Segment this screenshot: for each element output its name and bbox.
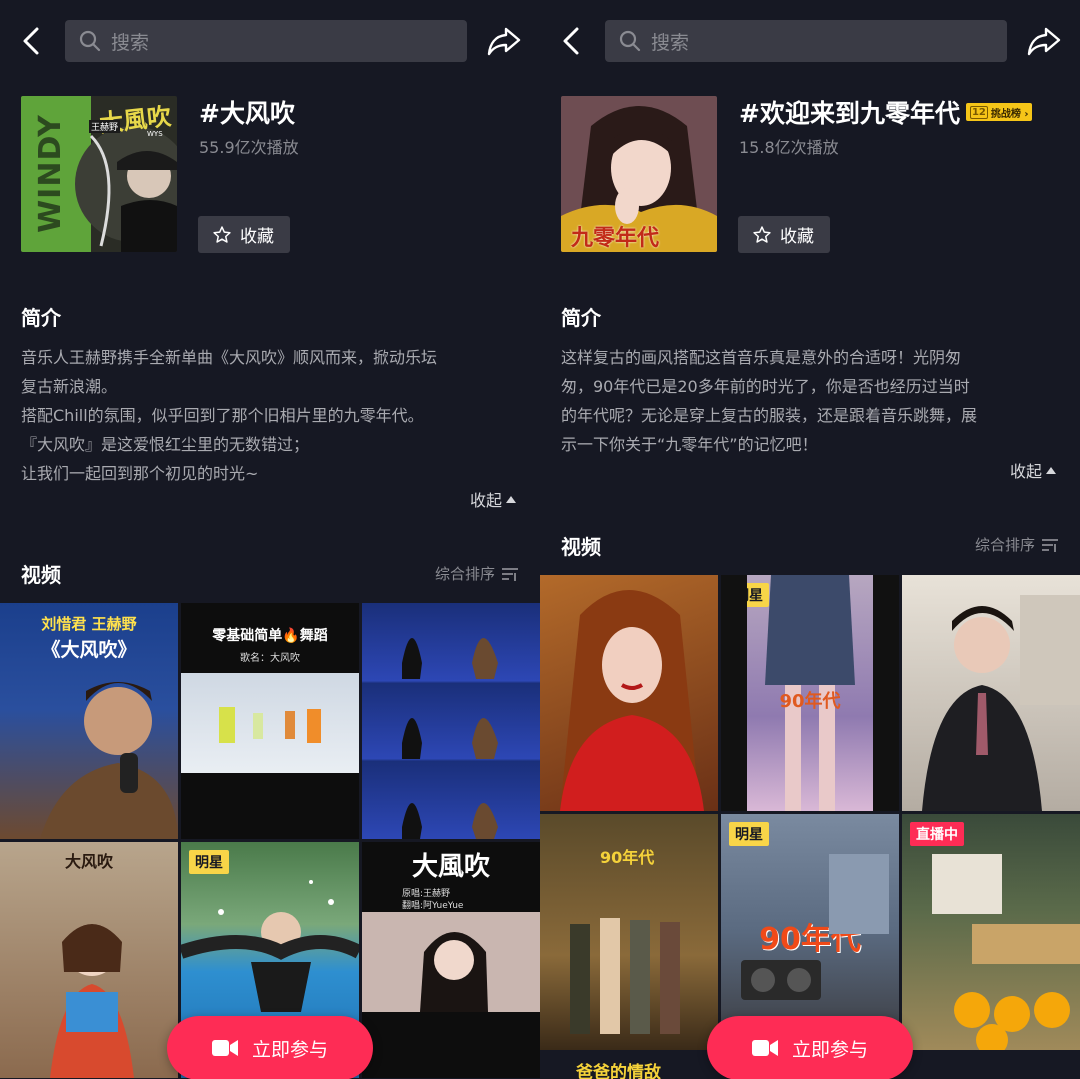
search-placeholder: 搜索: [651, 31, 690, 54]
sort-button[interactable]: 综合排序: [975, 534, 1059, 555]
intro-line: 匆，90年代已是20多年前的时光了，你是否也经历过当时: [561, 377, 970, 396]
share-icon: [487, 27, 521, 56]
join-label: 立即参与: [251, 1038, 328, 1061]
share-button[interactable]: [1026, 24, 1062, 58]
video-tile[interactable]: 直播中: [902, 814, 1080, 1050]
intro-line: 让我们一起回到那个初见的时光~: [21, 464, 259, 483]
chevron-left-icon: [23, 27, 39, 55]
video-tile[interactable]: 大風吹 原唱:王赫野 翻唱:阿YueYue: [362, 842, 540, 1078]
video-tile[interactable]: 明星 90年代: [721, 575, 899, 811]
video-camera-icon: [751, 1040, 778, 1056]
cover-artist: 王赫野: [89, 120, 121, 133]
video-tile[interactable]: 零基础简单🔥舞蹈 歌名：大风吹: [181, 603, 359, 839]
collapse-button[interactable]: 收起: [1010, 458, 1056, 482]
intro-line: 复古新浪潮。: [21, 377, 118, 396]
join-button[interactable]: 立即参与: [167, 1016, 373, 1079]
filter-icon: [502, 567, 518, 581]
intro-text: 音乐人王赫野携手全新单曲《大风吹》顺风而来，掀动乐坛 复古新浪潮。 搭配Chil…: [21, 343, 521, 488]
video-tile[interactable]: 90年代: [540, 814, 718, 1050]
video-tile[interactable]: 刘惜君 王赫野 《大风吹》: [0, 603, 178, 839]
left-hashtag-page: 搜索 大風吹 WINDY 王赫野 WYS #大风吹 55.9亿次播放 收藏 简介…: [0, 0, 540, 1079]
cover-wys: WYS: [147, 130, 163, 138]
search-input[interactable]: 搜索: [605, 20, 1007, 62]
sort-button[interactable]: 综合排序: [435, 563, 519, 584]
rank-number: 12: [969, 105, 988, 119]
collapse-label: 收起: [1009, 462, 1042, 481]
bottom-video-caption: 爸爸的情敌: [576, 1063, 661, 1079]
video-tile[interactable]: 明星 90年代: [721, 814, 899, 1050]
favorite-label: 收藏: [780, 227, 814, 247]
hashtag-cover: 大風吹 WINDY 王赫野 WYS: [21, 96, 177, 252]
hashtag-title: #欢迎来到九零年代 12 挑战榜 ›: [739, 94, 1033, 130]
hashtag-title: #大风吹: [199, 99, 295, 128]
video-tile[interactable]: [362, 603, 540, 839]
back-button[interactable]: [558, 26, 586, 56]
favorite-label: 收藏: [240, 227, 274, 247]
favorite-button[interactable]: 收藏: [738, 216, 830, 253]
filter-icon: [1042, 538, 1058, 552]
intro-title: 简介: [21, 306, 61, 330]
triangle-up-icon: [1046, 466, 1056, 474]
play-count: 15.8亿次播放: [739, 138, 839, 157]
cover-title: 九零年代: [571, 226, 660, 251]
join-button[interactable]: 立即参与: [707, 1016, 913, 1079]
hashtag-title-text: #欢迎来到九零年代: [739, 99, 960, 128]
sort-label: 综合排序: [434, 565, 495, 583]
intro-text: 这样复古的画风搭配这首音乐真是意外的合适呀！光阴匆 匆，90年代已是20多年前的…: [561, 343, 1061, 459]
share-icon: [1027, 27, 1061, 56]
intro-line: 的年代呢？无论是穿上复古的服装，还是跟着音乐跳舞，展: [561, 406, 978, 425]
video-camera-icon: [211, 1040, 238, 1056]
intro-line: 这样复古的画风搭配这首音乐真是意外的合适呀！光阴匆: [561, 348, 962, 367]
triangle-up-icon: [506, 495, 516, 503]
videos-title: 视频: [21, 563, 61, 587]
share-button[interactable]: [486, 24, 522, 58]
intro-line: 音乐人王赫野携手全新单曲《大风吹》顺风而来，掀动乐坛: [21, 348, 438, 367]
search-placeholder: 搜索: [111, 31, 150, 54]
right-hashtag-page: 搜索 九零年代 #欢迎来到九零年代 12 挑战榜 › 15.8亿次播放 收藏 简介 …: [540, 0, 1080, 1079]
intro-line: 『大风吹』是这爱恨红尘里的无数错过；: [21, 435, 310, 454]
video-tile[interactable]: [540, 575, 718, 811]
sort-label: 综合排序: [974, 536, 1035, 554]
cover-side-text: WINDY: [32, 114, 68, 233]
chevron-left-icon: [563, 27, 579, 55]
search-icon: [619, 30, 641, 52]
search-input[interactable]: 搜索: [65, 20, 467, 62]
play-count: 55.9亿次播放: [199, 138, 299, 157]
video-grid: 刘惜君 王赫野 《大风吹》 零基础简单🔥舞蹈 歌名：大风吹 大风吹 明星 大風吹…: [0, 603, 540, 1078]
star-icon: [213, 225, 231, 243]
join-label: 立即参与: [791, 1038, 868, 1061]
video-tile[interactable]: [902, 575, 1080, 811]
star-icon: [753, 225, 771, 243]
search-icon: [79, 30, 101, 52]
collapse-button[interactable]: 收起: [470, 487, 516, 511]
rank-label: 挑战榜 ›: [990, 108, 1029, 120]
favorite-button[interactable]: 收藏: [198, 216, 290, 253]
intro-title: 简介: [561, 306, 601, 330]
intro-line: 搭配Chill的氛围，似乎回到了那个旧相片里的九零年代。: [21, 406, 424, 425]
video-grid: 明星 90年代 90年代 明星 90年代 直播中: [540, 575, 1080, 1050]
videos-title: 视频: [561, 535, 601, 559]
intro-line: 示一下你关于“九零年代”的记忆吧！: [561, 435, 818, 454]
back-button[interactable]: [18, 26, 46, 56]
tile-title: 90年代: [779, 691, 841, 712]
video-tile[interactable]: 大风吹: [0, 842, 178, 1078]
collapse-label: 收起: [469, 491, 502, 510]
challenge-rank-badge[interactable]: 12 挑战榜 ›: [965, 103, 1033, 121]
hashtag-cover: 九零年代: [561, 96, 717, 252]
